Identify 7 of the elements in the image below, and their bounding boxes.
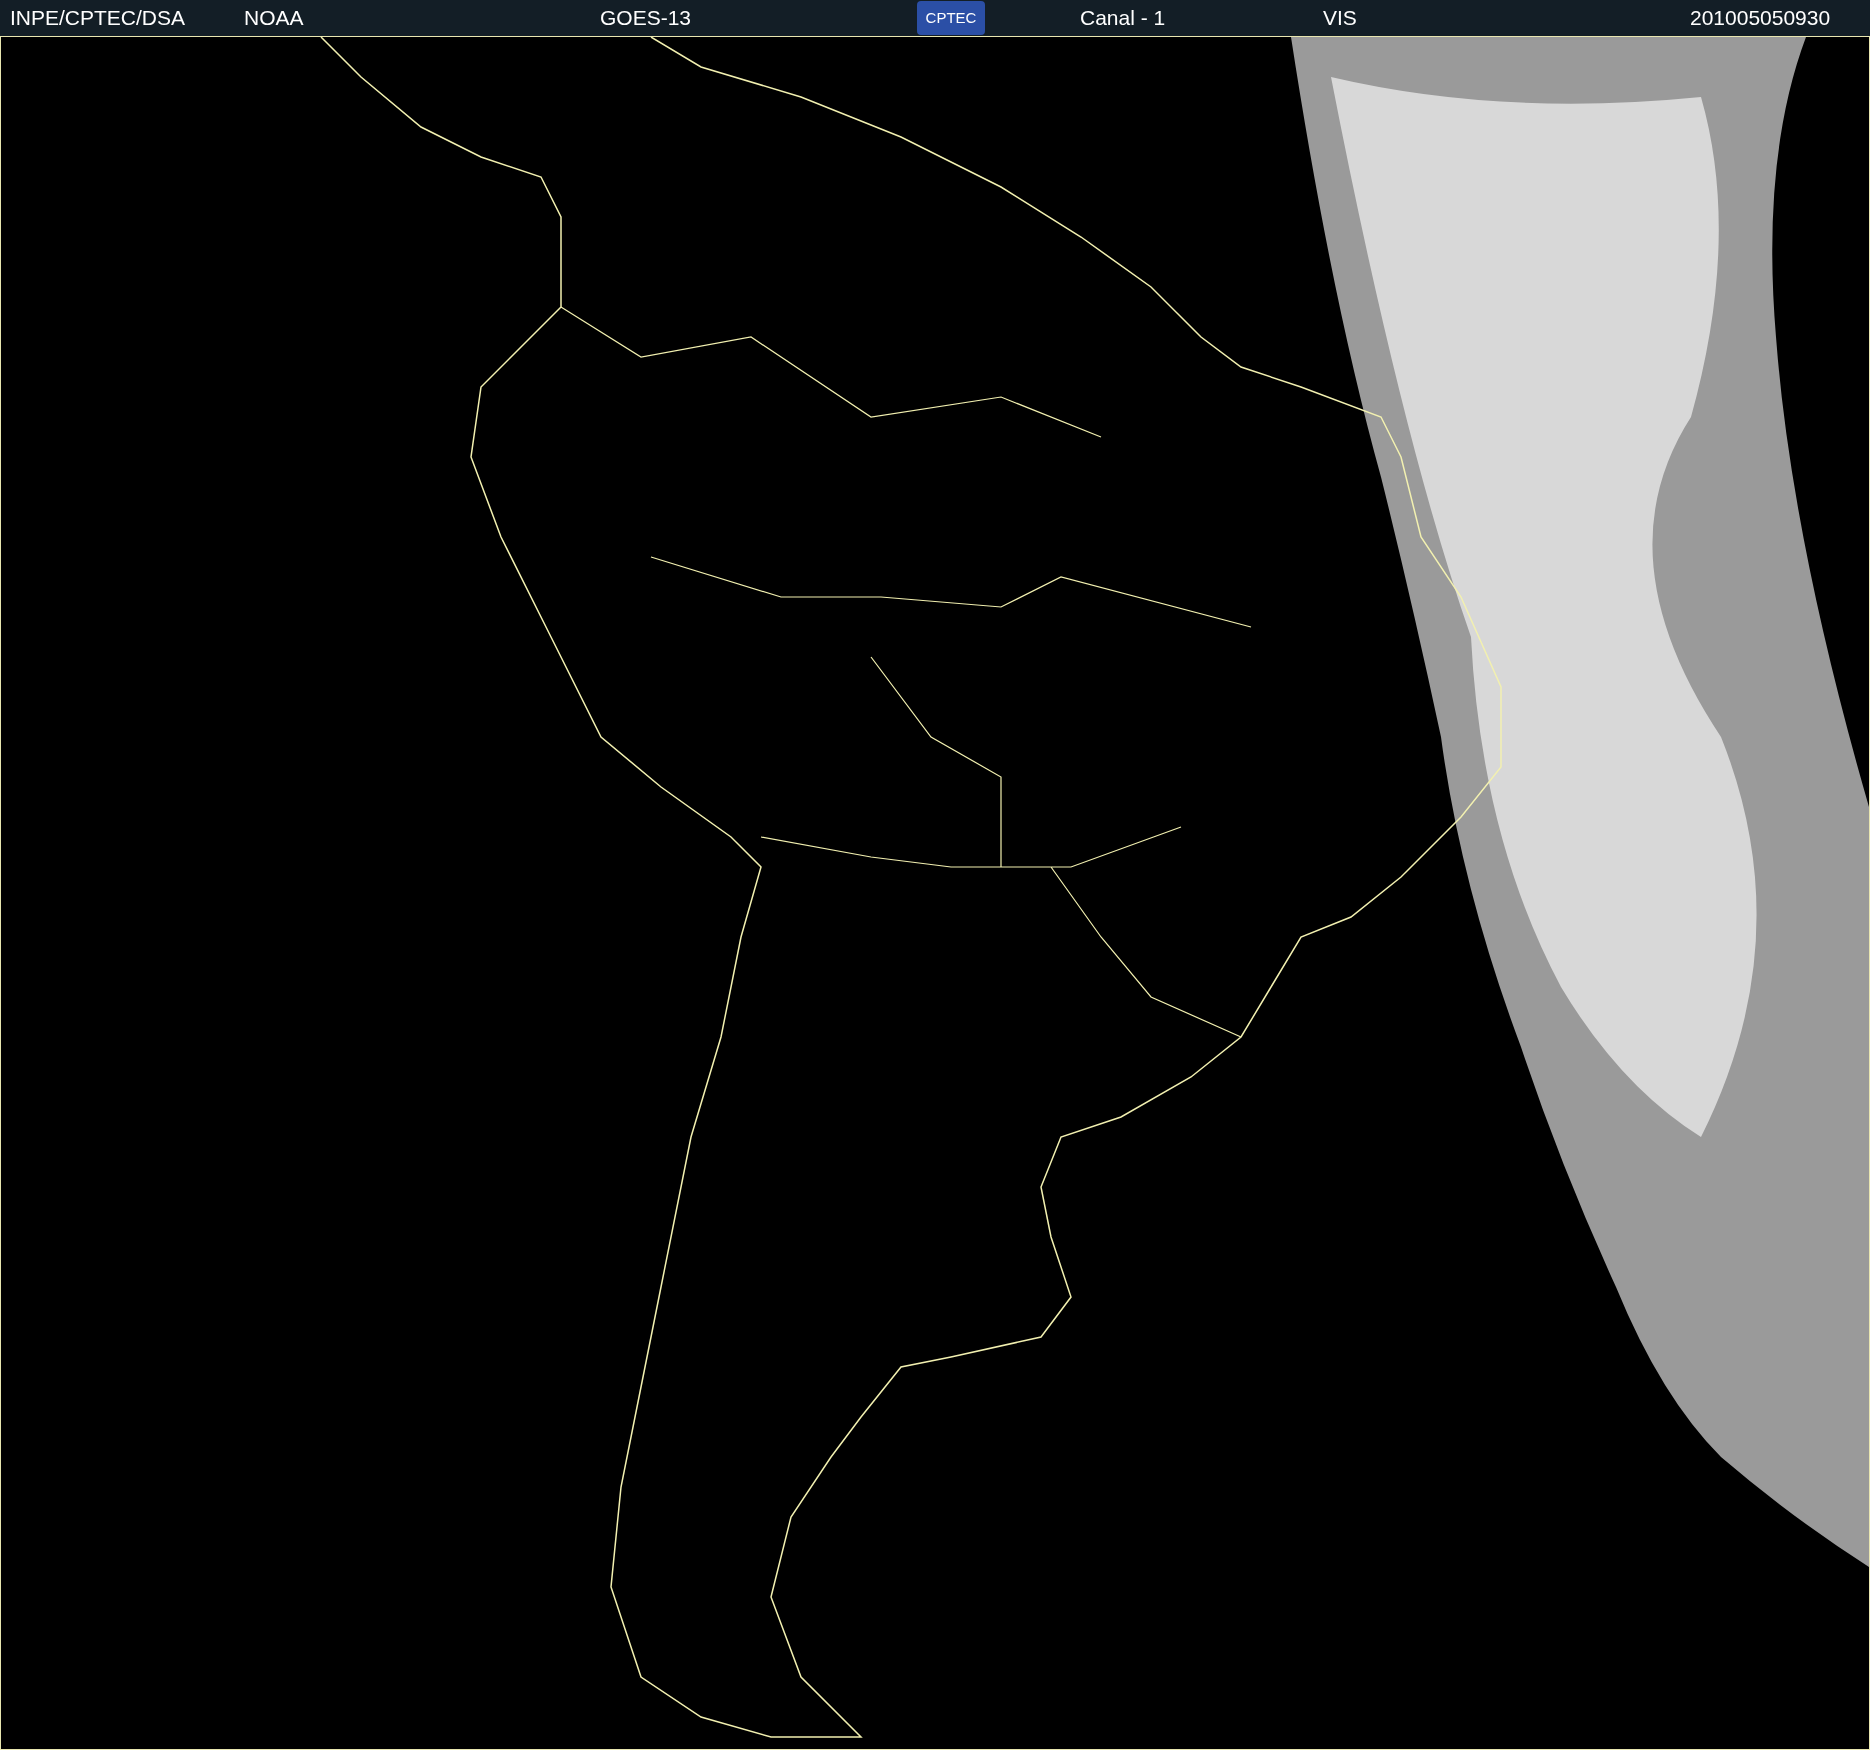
header-label: GOES-13 [600, 6, 692, 30]
header-label: NOAA [244, 6, 304, 30]
header-label: INPE/CPTEC/DSA [10, 6, 186, 30]
header-label: Canal - 1 [1080, 6, 1166, 30]
header-label: 201005050930 [1690, 6, 1831, 30]
header-label: VIS [1323, 6, 1357, 30]
logo: CPTEC [917, 1, 985, 35]
